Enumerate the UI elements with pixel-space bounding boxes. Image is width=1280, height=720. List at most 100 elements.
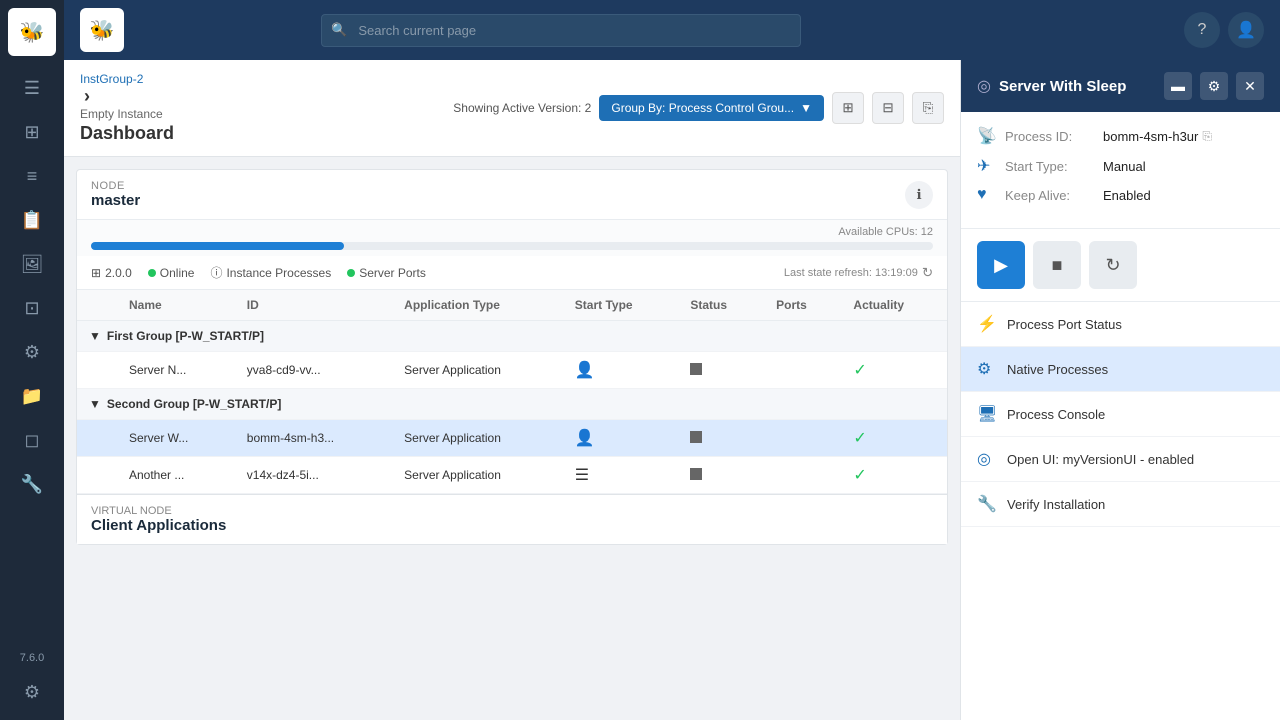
app-version: 7.6.0 <box>20 652 44 664</box>
collapse-icon: ⊟ <box>882 100 893 116</box>
right-panel: ◎ Server With Sleep ▬ ⚙ ✕ 📡 Process ID: <box>960 60 1280 720</box>
chevron-down-icon: ▼ <box>800 101 812 115</box>
row-status <box>678 352 764 389</box>
play-button[interactable]: ▶ <box>977 241 1025 289</box>
col-header-name-text: Name <box>117 290 235 321</box>
sidebar-item-deploy[interactable]: ⚙ <box>12 332 52 372</box>
signal-icon: 📡 <box>977 126 997 146</box>
section-item-native-processes[interactable]: ⚙ Native Processes <box>961 347 1280 392</box>
row-ports <box>764 420 841 457</box>
online-status: Online <box>148 266 195 280</box>
section-label-verify-installation: Verify Installation <box>1007 497 1105 512</box>
search-bar-container: 🔍 <box>321 14 801 47</box>
dashboard-toolbar: Showing Active Version: 2 Group By: Proc… <box>453 92 944 124</box>
sidebar-item-apps[interactable]: ⊡ <box>12 288 52 328</box>
copy-icon: ⎘ <box>923 100 934 116</box>
process-id-value: bomm-4sm-h3ur ⎘ <box>1103 129 1212 144</box>
section-item-process-console[interactable]: 🖥 Process Console <box>961 392 1280 437</box>
breadcrumb-child: Empty Instance <box>80 107 163 121</box>
topbar-actions: ? 👤 <box>1184 12 1264 48</box>
user-button[interactable]: 👤 <box>1228 12 1264 48</box>
process-id-row: 📡 Process ID: bomm-4sm-h3ur ⎘ <box>977 126 1264 146</box>
grid-view-button[interactable]: ⊞ <box>832 92 864 124</box>
sidebar-item-image[interactable]: 🖼 <box>12 244 52 284</box>
sidebar-item-clipboard[interactable]: 📋 <box>12 200 52 240</box>
sidebar-item-list[interactable]: ≡ <box>12 156 52 196</box>
row-indent <box>77 420 117 457</box>
sidebar-item-grid[interactable]: ⊞ <box>12 112 52 152</box>
section-item-process-port-status[interactable]: ⚡ Process Port Status <box>961 302 1280 347</box>
version-label: Showing Active Version: 2 <box>453 101 591 115</box>
group2-collapse-icon: ▼ <box>89 397 101 411</box>
sidebar-item-folder[interactable]: 📁 <box>12 376 52 416</box>
copy-id-button[interactable]: ⎘ <box>1202 129 1212 144</box>
minimize-button[interactable]: ▬ <box>1164 72 1192 100</box>
right-panel-header: ◎ Server With Sleep ▬ ⚙ ✕ <box>961 60 1280 112</box>
node-info-button[interactable]: ℹ <box>905 181 933 209</box>
close-icon: ✕ <box>1244 78 1256 95</box>
col-header-ports: Ports <box>764 290 841 321</box>
search-input[interactable] <box>321 14 801 47</box>
table-row[interactable]: Server W... bomm-4sm-h3... Server Applic… <box>77 420 947 457</box>
breadcrumb-separator: › <box>84 86 170 107</box>
row-id: yva8-cd9-vv... <box>235 352 392 389</box>
console-icon: 🖥 <box>977 404 997 424</box>
table-row[interactable]: Another ... v14x-dz4-5i... Server Applic… <box>77 457 947 494</box>
info-circle-icon: ⓘ <box>210 264 222 281</box>
status-bar: ⊞ 2.0.0 Online ⓘ Instance Processes Serv… <box>77 256 947 290</box>
cpu-bar-fill <box>91 242 344 250</box>
refresh-process-button[interactable]: ↻ <box>1089 241 1137 289</box>
verify-icon: 🔧 <box>977 494 997 514</box>
refresh-time: Last state refresh: 13:19:09 ↻ <box>784 265 933 281</box>
breadcrumb: InstGroup-2 › Empty Instance Dashboard <box>80 72 174 144</box>
panel-settings-button[interactable]: ⚙ <box>1200 72 1228 100</box>
group-row[interactable]: ▼ Second Group [P-W_START/P] <box>77 389 947 420</box>
section-label-process-console: Process Console <box>1007 407 1105 422</box>
group-second-label: Second Group [P-W_START/P] <box>107 397 281 411</box>
row-actuality: ✓ <box>841 420 947 457</box>
node-label: NODE <box>91 180 140 192</box>
group-row[interactable]: ▼ First Group [P-W_START/P] <box>77 321 947 352</box>
sidebar-settings-button[interactable]: ⚙ <box>12 672 52 712</box>
copy-button[interactable]: ⎘ <box>912 92 944 124</box>
virtual-node-section: VIRTUAL NODE Client Applications <box>77 494 947 544</box>
start-type-label: Start Type: <box>1005 159 1095 174</box>
sidebar-item-box[interactable]: ◻ <box>12 420 52 460</box>
row-start-type: ☰ <box>563 457 679 494</box>
collapse-button[interactable]: ⊟ <box>872 92 904 124</box>
keep-alive-value: Enabled <box>1103 188 1151 203</box>
stop-button[interactable]: ■ <box>1033 241 1081 289</box>
check-actuality-icon: ✓ <box>853 467 866 484</box>
row-app-type: Server Application <box>392 457 563 494</box>
plane-icon: ✈ <box>977 156 997 176</box>
refresh-label: Last state refresh: 13:19:09 <box>784 267 918 279</box>
section-item-open-ui[interactable]: ◎ Open UI: myVersionUI - enabled <box>961 437 1280 482</box>
start-type-icon: 👤 <box>575 430 595 447</box>
help-button[interactable]: ? <box>1184 12 1220 48</box>
sidebar-item-hamburger[interactable]: ☰ <box>12 68 52 108</box>
start-type-manual-icon: 👤 <box>575 362 595 379</box>
minimize-icon: ▬ <box>1171 78 1185 94</box>
topbar: 🐝 🔍 ? 👤 <box>64 0 1280 60</box>
logo-icon: 🐝 <box>20 20 45 45</box>
rp-logo-icon: ◎ <box>977 76 991 96</box>
topbar-logo-icon: 🐝 <box>90 18 115 43</box>
group-collapse-icon: ▼ <box>89 329 101 343</box>
play-icon: ▶ <box>994 255 1008 276</box>
refresh-button[interactable]: ↻ <box>922 265 933 281</box>
row-name: Server N... <box>117 352 235 389</box>
check-actuality-icon: ✓ <box>853 430 866 447</box>
section-item-verify-installation[interactable]: 🔧 Verify Installation <box>961 482 1280 527</box>
group-by-button[interactable]: Group By: Process Control Grou... ▼ <box>599 95 824 121</box>
row-id: v14x-dz4-5i... <box>235 457 392 494</box>
row-actuality: ✓ <box>841 352 947 389</box>
start-type-list-icon: ☰ <box>575 467 589 484</box>
breadcrumb-parent[interactable]: InstGroup-2 <box>80 72 143 86</box>
cpu-bar-area: Available CPUs: 12 <box>77 220 947 256</box>
heart-icon: ♥ <box>977 186 997 204</box>
table-row[interactable]: Server N... yva8-cd9-vv... Server Applic… <box>77 352 947 389</box>
grid-icon: ⊞ <box>842 100 853 116</box>
sidebar-item-tools[interactable]: 🔧 <box>12 464 52 504</box>
refresh-icon: ↻ <box>1105 255 1120 276</box>
close-button[interactable]: ✕ <box>1236 72 1264 100</box>
